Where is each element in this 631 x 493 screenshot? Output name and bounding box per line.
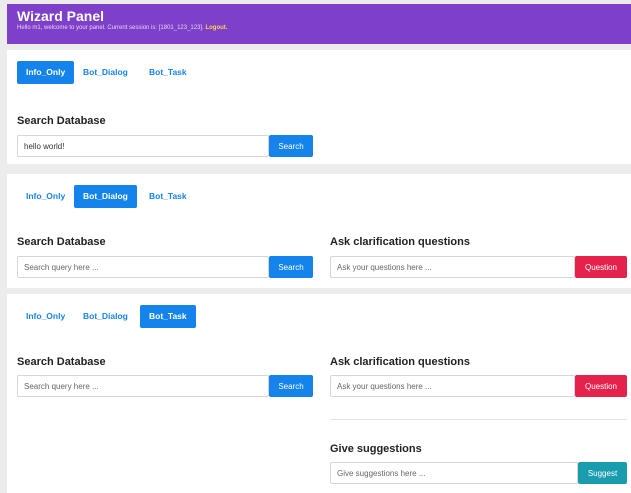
tab-info-only[interactable]: Info_Only — [17, 185, 74, 208]
suggest-button[interactable]: Suggest — [578, 462, 627, 484]
search-input[interactable] — [17, 135, 269, 157]
header: Wizard Panel Hello m1, welcome to your p… — [7, 4, 631, 44]
search-input[interactable] — [17, 375, 269, 397]
search-heading: Search Database — [17, 236, 106, 248]
tab-bot-task[interactable]: Bot_Task — [140, 185, 196, 208]
tab-bot-task[interactable]: Bot_Task — [140, 305, 196, 328]
ask-heading: Ask clarification questions — [330, 236, 470, 248]
tab-info-only[interactable]: Info_Only — [17, 61, 75, 84]
tab-info-only[interactable]: Info_Only — [17, 305, 74, 328]
question-button[interactable]: Question — [575, 375, 627, 397]
search-button[interactable]: Search — [269, 375, 313, 397]
welcome-text: Hello m1, welcome to your panel. Current… — [17, 24, 631, 33]
tab-bot-dialog[interactable]: Bot_Dialog — [74, 61, 137, 84]
search-button[interactable]: Search — [269, 135, 313, 157]
panel-bot-dialog: Info_Only Bot_Dialog Bot_Task Search Dat… — [7, 174, 631, 288]
page-title: Wizard Panel — [17, 8, 105, 24]
suggest-heading: Give suggestions — [330, 443, 422, 455]
question-input[interactable] — [330, 256, 575, 278]
tab-bot-task[interactable]: Bot_Task — [140, 61, 196, 84]
search-heading: Search Database — [17, 115, 106, 127]
panel-bot-task: Info_Only Bot_Dialog Bot_Task Search Dat… — [7, 294, 631, 493]
divider — [330, 419, 627, 420]
ask-heading: Ask clarification questions — [330, 356, 470, 368]
search-button[interactable]: Search — [269, 256, 313, 278]
search-input[interactable] — [17, 256, 269, 278]
tab-bot-dialog[interactable]: Bot_Dialog — [74, 185, 137, 208]
question-button[interactable]: Question — [575, 256, 627, 278]
question-input[interactable] — [330, 375, 575, 397]
panel-info-only: Info_Only Bot_Dialog Bot_Task Search Dat… — [7, 50, 631, 164]
search-heading: Search Database — [17, 356, 106, 368]
logout-link[interactable]: Logout. — [205, 25, 227, 31]
tab-bot-dialog[interactable]: Bot_Dialog — [74, 305, 137, 328]
suggest-input[interactable] — [330, 462, 578, 484]
session-text: Hello m1, welcome to your panel. Current… — [17, 25, 204, 31]
